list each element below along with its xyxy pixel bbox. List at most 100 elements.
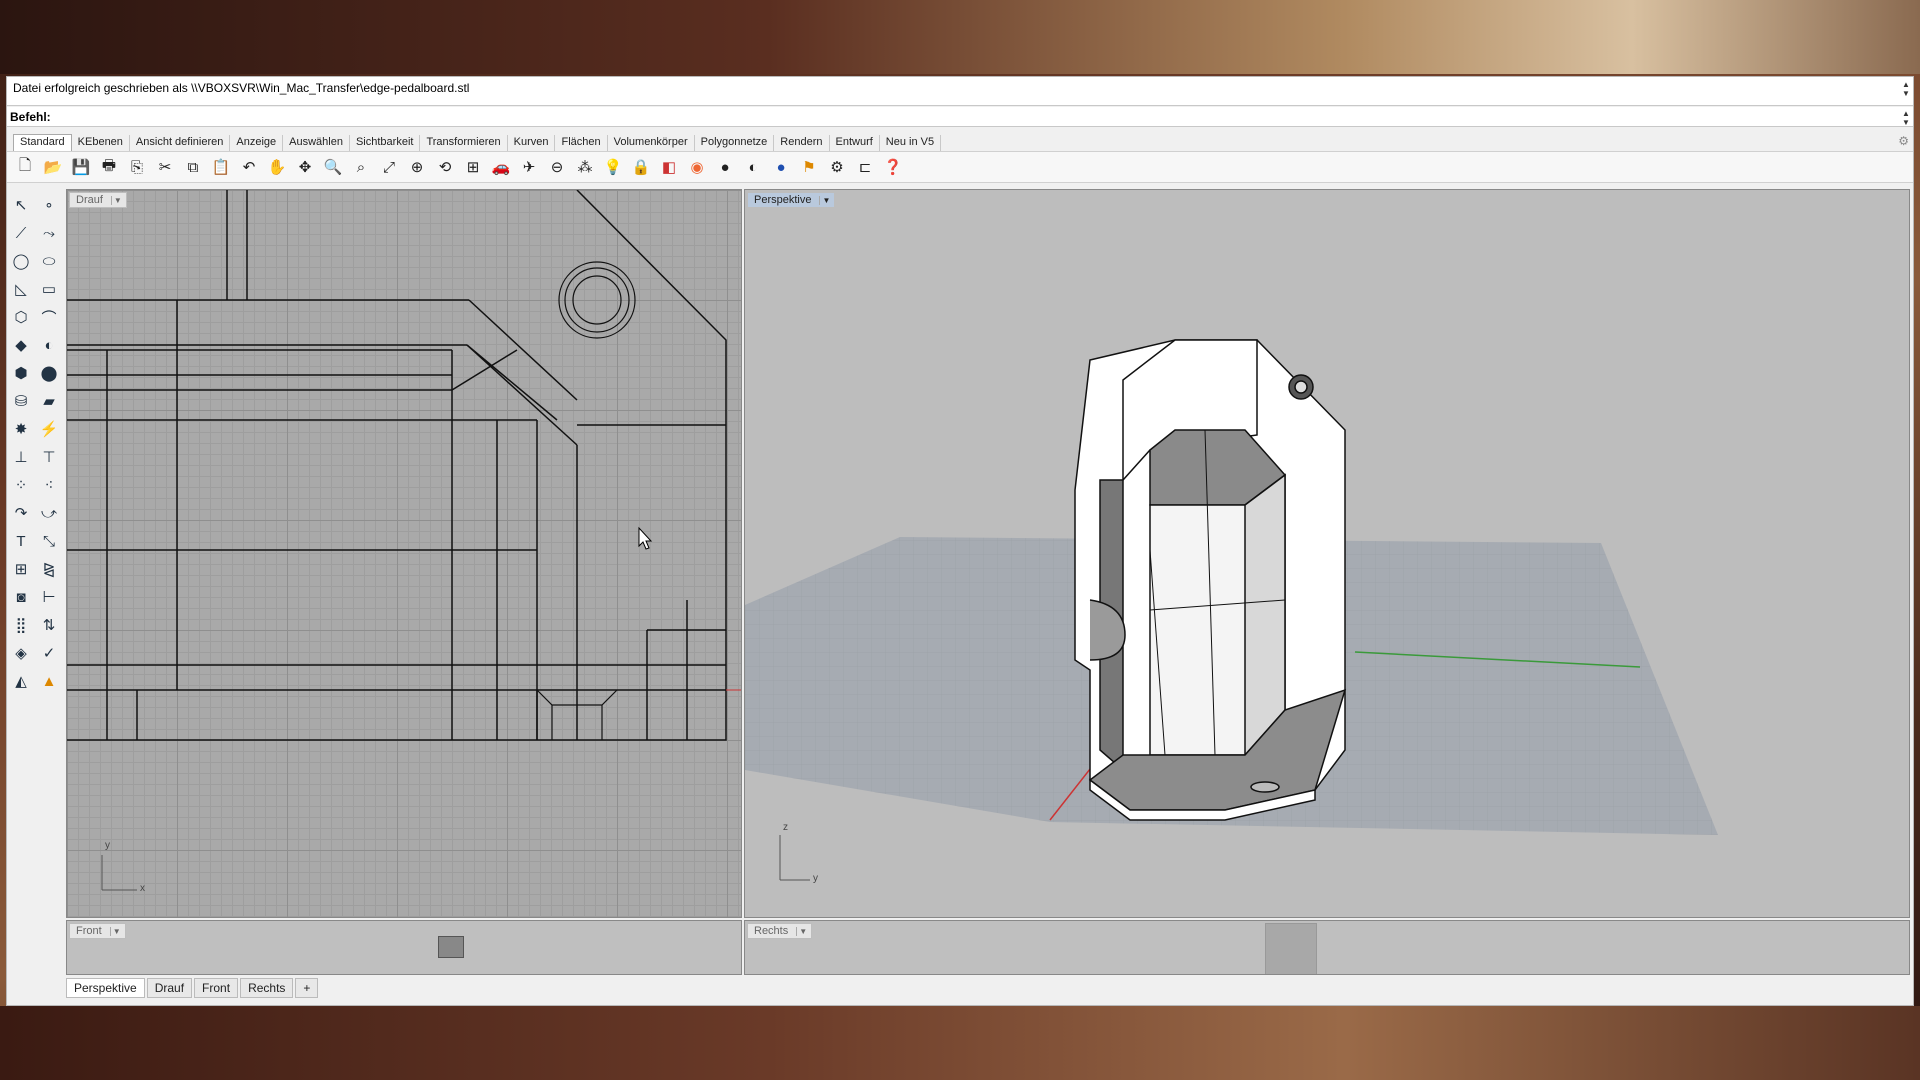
tab-rechts[interactable]: Rechts: [240, 978, 294, 998]
box-icon[interactable]: ⬢: [10, 362, 32, 384]
new-file-icon[interactable]: 🗋: [13, 155, 37, 179]
mesh-tools-icon[interactable]: ◭: [10, 670, 32, 692]
surface-icon[interactable]: ◆: [10, 334, 32, 356]
dimension-icon[interactable]: ⊏: [853, 155, 877, 179]
curve-icon[interactable]: ⤳: [38, 222, 60, 244]
text-icon[interactable]: T: [10, 530, 32, 552]
grid-array-icon[interactable]: ⣿: [10, 614, 32, 636]
cplane-icon[interactable]: ⊖: [545, 155, 569, 179]
render-sphere-icon[interactable]: ◐: [741, 155, 765, 179]
help-icon[interactable]: ❓: [881, 155, 905, 179]
offset-icon[interactable]: ⤻: [38, 502, 60, 524]
history-scroll-arrows[interactable]: ▲ ▼: [1901, 80, 1911, 98]
revolve-icon[interactable]: ◐: [38, 334, 60, 356]
paste-icon[interactable]: 📋: [209, 155, 233, 179]
tab-drauf[interactable]: Drauf: [146, 978, 193, 998]
zoom-extents-icon[interactable]: ⤢: [377, 155, 401, 179]
tab-ansicht-definieren[interactable]: Ansicht definieren: [130, 135, 231, 151]
shaded-sphere-icon[interactable]: ●: [713, 155, 737, 179]
cut-icon[interactable]: ✂: [153, 155, 177, 179]
tab-transformieren[interactable]: Transformieren: [420, 135, 508, 151]
split-icon[interactable]: ⊥: [10, 446, 32, 468]
car-named-views-icon[interactable]: 🚗: [489, 155, 513, 179]
four-viewports-icon[interactable]: ⊞: [461, 155, 485, 179]
viewport-perspective[interactable]: Perspektive ▼ z y: [744, 189, 1910, 918]
command-history[interactable]: Datei erfolgreich geschrieben als \\VBOX…: [7, 77, 1913, 106]
arc-icon[interactable]: ◺: [10, 278, 32, 300]
gear-icon[interactable]: ⚙: [1898, 134, 1909, 148]
transform-icon[interactable]: ⇅: [38, 614, 60, 636]
tab-sichtbarkeit[interactable]: Sichtbarkeit: [350, 135, 421, 151]
pan-hand-icon[interactable]: ✋: [265, 155, 289, 179]
material-sphere-icon[interactable]: ●: [769, 155, 793, 179]
add-viewport-tab-button[interactable]: +: [295, 978, 319, 998]
circle-icon[interactable]: ◯: [10, 250, 32, 272]
tab-front[interactable]: Front: [194, 978, 239, 998]
mirror-icon[interactable]: ⧎: [38, 558, 60, 580]
scale-icon[interactable]: ⤡: [38, 530, 60, 552]
ungroup-icon[interactable]: ⁖: [38, 474, 60, 496]
dimension-tools-icon[interactable]: ⊢: [38, 586, 60, 608]
chevron-down-icon[interactable]: ▼: [109, 926, 121, 936]
move-view-icon[interactable]: ✥: [293, 155, 317, 179]
solid-tools-icon[interactable]: ◙: [10, 586, 32, 608]
boolean-icon[interactable]: ⬤: [38, 362, 60, 384]
tab-kurven[interactable]: Kurven: [508, 135, 556, 151]
cylinder-icon[interactable]: ⛁: [10, 390, 32, 412]
lock-icon[interactable]: 🔒: [629, 155, 653, 179]
explode-icon[interactable]: ✸: [10, 418, 32, 440]
zoom-window-icon[interactable]: ⌕: [349, 155, 373, 179]
analyze-icon[interactable]: ◈: [10, 642, 32, 664]
export-icon[interactable]: ⎘: [125, 155, 149, 179]
blend-curve-icon[interactable]: ↷: [10, 502, 32, 524]
group-icon[interactable]: ⁘: [10, 474, 32, 496]
tab-auswaehlen[interactable]: Auswählen: [283, 135, 350, 151]
plane-icon[interactable]: ✈: [517, 155, 541, 179]
snap-points-icon[interactable]: ⁂: [573, 155, 597, 179]
tab-polygonnetze[interactable]: Polygonnetze: [695, 135, 775, 151]
layers-icon[interactable]: ◧: [657, 155, 681, 179]
polygon-icon[interactable]: ⬡: [10, 306, 32, 328]
viewport-top[interactable]: Drauf ▼ y x: [66, 189, 742, 918]
array-icon[interactable]: ⊞: [10, 558, 32, 580]
viewport-right-title[interactable]: Rechts ▼: [747, 923, 813, 939]
command-line[interactable]: Befehl: ▲ ▼: [7, 107, 1913, 127]
rectangle-icon[interactable]: ▭: [38, 278, 60, 300]
command-scroll-arrows[interactable]: ▲ ▼: [1901, 109, 1911, 127]
ellipse-icon[interactable]: ⬭: [38, 250, 60, 272]
rotate-view-icon[interactable]: ⟲: [433, 155, 457, 179]
tab-flaechen[interactable]: Flächen: [555, 135, 608, 151]
zoom-icon[interactable]: 🔍: [321, 155, 345, 179]
tab-entwurf[interactable]: Entwurf: [830, 135, 880, 151]
render-tools-icon[interactable]: ▲: [38, 670, 60, 692]
print-icon[interactable]: 🖶: [97, 155, 121, 179]
extrude-icon[interactable]: ▰: [38, 390, 60, 412]
save-icon[interactable]: 💾: [69, 155, 93, 179]
options-gears-icon[interactable]: ⚙: [825, 155, 849, 179]
open-folder-icon[interactable]: 📂: [41, 155, 65, 179]
select-arrow-icon[interactable]: ↖: [10, 194, 32, 216]
tab-volumenkoerper[interactable]: Volumenkörper: [608, 135, 695, 151]
color-wheel-icon[interactable]: ◉: [685, 155, 709, 179]
viewport-front-title[interactable]: Front ▼: [69, 923, 126, 939]
trim-icon[interactable]: ⚡: [38, 418, 60, 440]
viewport-right[interactable]: Rechts ▼: [744, 920, 1910, 975]
tab-perspektive[interactable]: Perspektive: [66, 978, 145, 998]
light-bulb-icon[interactable]: 💡: [601, 155, 625, 179]
viewport-front[interactable]: Front ▼: [66, 920, 742, 975]
tab-neu-in-v5[interactable]: Neu in V5: [880, 135, 942, 151]
check-icon[interactable]: ✓: [38, 642, 60, 664]
undo-icon[interactable]: ↶: [237, 155, 261, 179]
polyline-icon[interactable]: ⟋: [10, 222, 32, 244]
copy-icon[interactable]: ⧉: [181, 155, 205, 179]
flag-icon[interactable]: ⚑: [797, 155, 821, 179]
join-icon[interactable]: ⊤: [38, 446, 60, 468]
tab-kebenen[interactable]: KEbenen: [72, 135, 130, 151]
chevron-down-icon[interactable]: ▼: [796, 926, 807, 936]
tab-anzeige[interactable]: Anzeige: [230, 135, 284, 151]
zoom-selected-icon[interactable]: ⊕: [405, 155, 429, 179]
tab-standard[interactable]: Standard: [13, 134, 72, 151]
point-icon[interactable]: ∘: [38, 194, 60, 216]
tab-rendern[interactable]: Rendern: [774, 135, 830, 151]
fillet-icon[interactable]: ⌒: [38, 306, 60, 328]
